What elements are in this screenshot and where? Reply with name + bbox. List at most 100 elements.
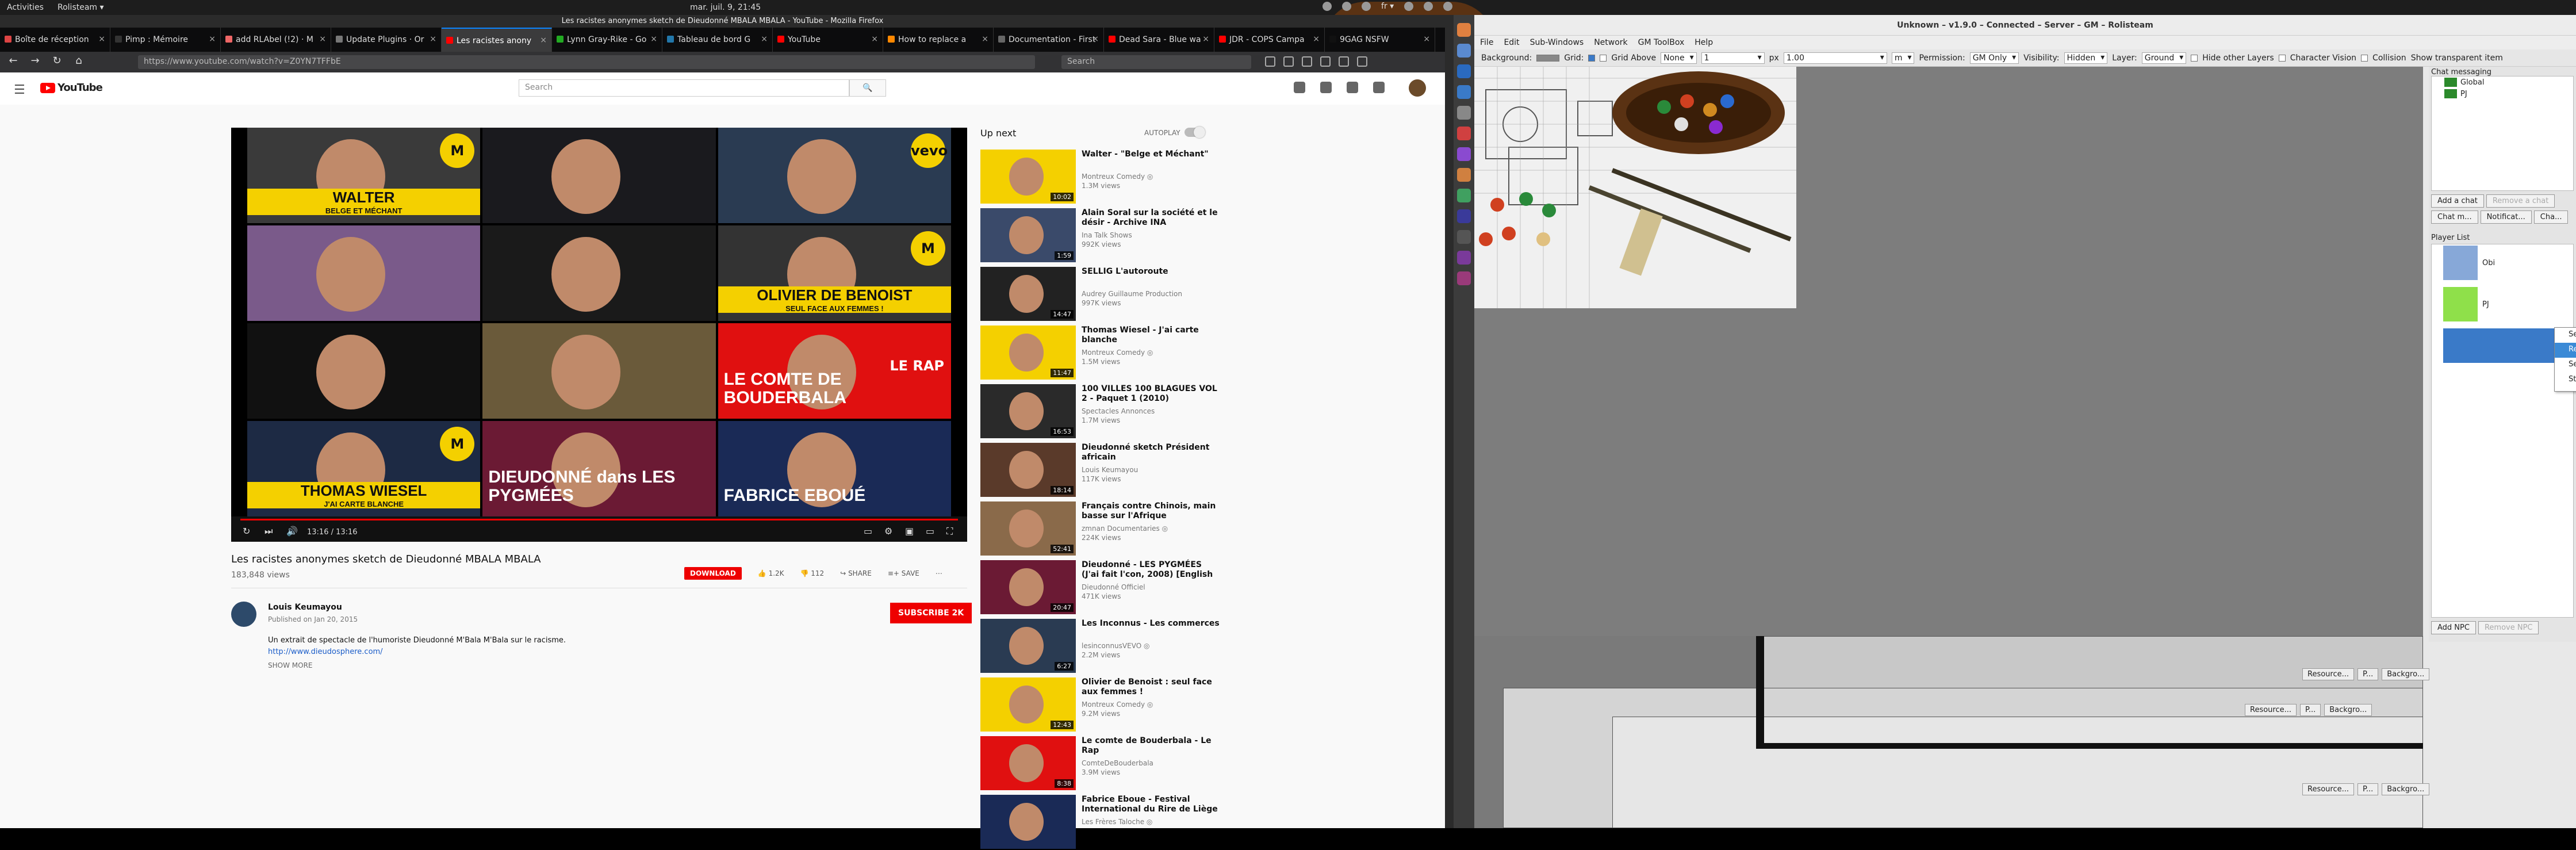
recommended-channel[interactable]: Les Frères Taloche ◎ (1082, 818, 1152, 826)
extension-icon[interactable] (1302, 56, 1312, 67)
remove-npc-button[interactable]: Remove NPC (2478, 621, 2539, 634)
browser-tab[interactable]: add RLAbel (!2) · M × (221, 28, 331, 52)
app-launcher-icon[interactable] (1457, 85, 1471, 99)
video-thumbnail[interactable]: 8:38 (980, 736, 1076, 790)
close-tab-icon[interactable]: × (982, 35, 988, 44)
close-tab-icon[interactable]: × (650, 35, 657, 44)
recommended-channel[interactable]: Ina Talk Shows (1082, 231, 1132, 239)
recommended-title[interactable]: Olivier de Benoist : seul face aux femme… (1082, 677, 1220, 697)
subwindow-tab[interactable]: Backgro... (2324, 704, 2372, 716)
permission-select[interactable]: GM Only (1969, 52, 2019, 64)
clock[interactable]: mar. juil. 9, 21:45 (690, 3, 761, 12)
menu-item[interactable]: Edit (1504, 36, 1519, 49)
background-color-swatch[interactable] (1536, 54, 1560, 62)
recommended-channel[interactable]: lesinconnusVEVO ◎ (1082, 642, 1149, 650)
video-thumbnail[interactable]: 10:02 (980, 150, 1076, 204)
unit-select[interactable]: m (1891, 52, 1915, 64)
discord-icon[interactable] (1342, 2, 1351, 11)
recommended-title[interactable]: Alain Soral sur la société et le désir -… (1082, 208, 1220, 228)
recommended-title[interactable]: Walter - "Belge et Méchant" (1082, 150, 1220, 159)
end-screen-tile[interactable] (247, 225, 481, 321)
menu-item[interactable]: Network (1594, 36, 1627, 49)
hamburger-icon[interactable]: ☰ (14, 83, 25, 97)
browser-tab[interactable]: How to replace a × (883, 28, 994, 52)
recommended-channel[interactable]: Montreux Comedy ◎ (1082, 349, 1153, 357)
browser-tab[interactable]: Tableau de bord G × (662, 28, 773, 52)
app-launcher-icon[interactable] (1457, 189, 1471, 202)
captions-icon[interactable]: ▭ (864, 526, 872, 537)
notifications-icon[interactable] (1373, 82, 1385, 93)
close-tab-icon[interactable]: × (871, 35, 878, 44)
remove-chat-button[interactable]: Remove a chat (2486, 194, 2555, 208)
rolisteam-launcher-icon[interactable] (1457, 271, 1471, 285)
home-icon[interactable]: ⌂ (70, 55, 87, 70)
video-thumbnail[interactable]: 14:47 (980, 267, 1076, 321)
browser-tab[interactable]: Update Plugins · Or × (331, 28, 442, 52)
recommended-channel[interactable]: Louis Keumayou (1082, 466, 1138, 474)
recommended-video[interactable]: 10:02 Walter - "Belge et Méchant" Montreux… (980, 150, 1222, 205)
recommended-channel[interactable]: Dieudonné Officiel (1082, 583, 1145, 591)
power-icon[interactable] (1443, 2, 1453, 11)
video-thumbnail[interactable]: 16:53 (980, 384, 1076, 438)
scale-input[interactable]: 1.00 (1783, 52, 1887, 64)
end-screen-tile[interactable] (247, 323, 481, 419)
grid-pattern-select[interactable]: None (1661, 52, 1697, 64)
share-button[interactable]: ↪ SHARE (840, 569, 872, 577)
recommended-video[interactable]: 1:59 Alain Soral sur la société et le dés… (980, 208, 1222, 263)
close-tab-icon[interactable]: × (209, 35, 216, 44)
settings-icon[interactable]: ⚙ (884, 526, 892, 537)
save-button[interactable]: ≡+ SAVE (888, 569, 919, 577)
recommended-title[interactable]: Fabrice Eboue - Festival International d… (1082, 795, 1220, 814)
volume-icon[interactable]: 🔊 (286, 526, 298, 537)
description-link[interactable]: http://www.dieudosphere.com/ (268, 648, 383, 656)
app-launcher-icon[interactable] (1457, 230, 1471, 244)
recommended-video[interactable]: 16:53 100 VILLES 100 BLAGUES VOL 2 - Paqu… (980, 384, 1222, 439)
close-tab-icon[interactable]: × (761, 35, 768, 44)
recommended-video[interactable]: 18:14 Dieudonné sketch Président africain… (980, 443, 1222, 498)
recommended-title[interactable]: SELLIG L'autoroute (1082, 267, 1220, 277)
add-npc-button[interactable]: Add NPC (2431, 621, 2476, 634)
video-player[interactable]: WALTER BELGE ET MÉCHANT M vevo OLIVIER DE BE… (231, 128, 967, 542)
subscribe-button[interactable]: SUBSCRIBE 2K (890, 603, 972, 623)
recommended-channel[interactable]: ComteDeBouderbala (1082, 759, 1153, 767)
next-icon[interactable]: ⏭ (264, 526, 273, 537)
chat-list-item[interactable]: PJ (2432, 88, 2573, 99)
end-screen-tile[interactable]: FABRICE EBOUÉ (718, 421, 951, 516)
menu-item[interactable]: Sub-Windows (1530, 36, 1584, 49)
recommended-video[interactable]: 20:47 Dieudonné - LES PYGMÉES (J'ai fait … (980, 560, 1222, 615)
settings-icon[interactable] (1362, 2, 1371, 11)
end-screen-tile[interactable]: OLIVIER DE BENOIST SEUL FACE AUX FEMMES !… (718, 225, 951, 321)
network-icon[interactable] (1404, 2, 1414, 11)
app-launcher-icon[interactable] (1457, 251, 1471, 265)
library-icon[interactable] (1265, 56, 1275, 67)
collision-checkbox[interactable] (2361, 54, 2368, 62)
recommended-channel[interactable]: Montreux Comedy ◎ (1082, 700, 1153, 709)
context-menu-item[interactable]: State (2555, 373, 2576, 388)
close-tab-icon[interactable]: × (319, 35, 326, 44)
end-screen-tile[interactable]: WALTER BELGE ET MÉCHANT M (247, 128, 481, 223)
browser-tab[interactable]: JDR - COPS Campa × (1214, 28, 1325, 52)
close-tab-icon[interactable]: × (540, 36, 547, 45)
map-canvas[interactable] (1474, 67, 2423, 636)
video-thumbnail[interactable]: 11:47 (980, 326, 1076, 380)
steam-icon[interactable] (1322, 2, 1332, 11)
more-icon[interactable]: ⋯ (936, 569, 942, 577)
recommended-channel[interactable]: zmnan Documentaries ◎ (1082, 524, 1168, 533)
chat-list-item[interactable]: Global (2432, 76, 2573, 88)
fullscreen-icon[interactable]: ⛶ (946, 526, 953, 537)
close-tab-icon[interactable]: × (1092, 35, 1099, 44)
recommended-title[interactable]: 100 VILLES 100 BLAGUES VOL 2 - Paquet 1 … (1082, 384, 1220, 404)
subwindow-tab[interactable]: Resource... (2245, 704, 2297, 716)
recommended-video[interactable]: 12:43 Olivier de Benoist : seul face aux … (980, 677, 1222, 733)
autoplay-toggle[interactable] (1184, 127, 1205, 138)
like-button[interactable]: 👍 1.2K (758, 569, 784, 577)
subwindow-tab[interactable]: P... (2358, 783, 2379, 795)
channel-name[interactable]: Louis Keumayou (268, 603, 342, 612)
app-launcher-icon[interactable] (1457, 168, 1471, 182)
extension-icon[interactable] (1339, 56, 1349, 67)
menu-item[interactable]: Help (1695, 36, 1713, 49)
youtube-logo[interactable]: YouTube (40, 82, 103, 94)
recommended-channel[interactable]: Spectacles Annonces (1082, 407, 1155, 415)
end-screen-tile[interactable]: vevo (718, 128, 951, 223)
subwindow[interactable] (1612, 717, 2423, 828)
